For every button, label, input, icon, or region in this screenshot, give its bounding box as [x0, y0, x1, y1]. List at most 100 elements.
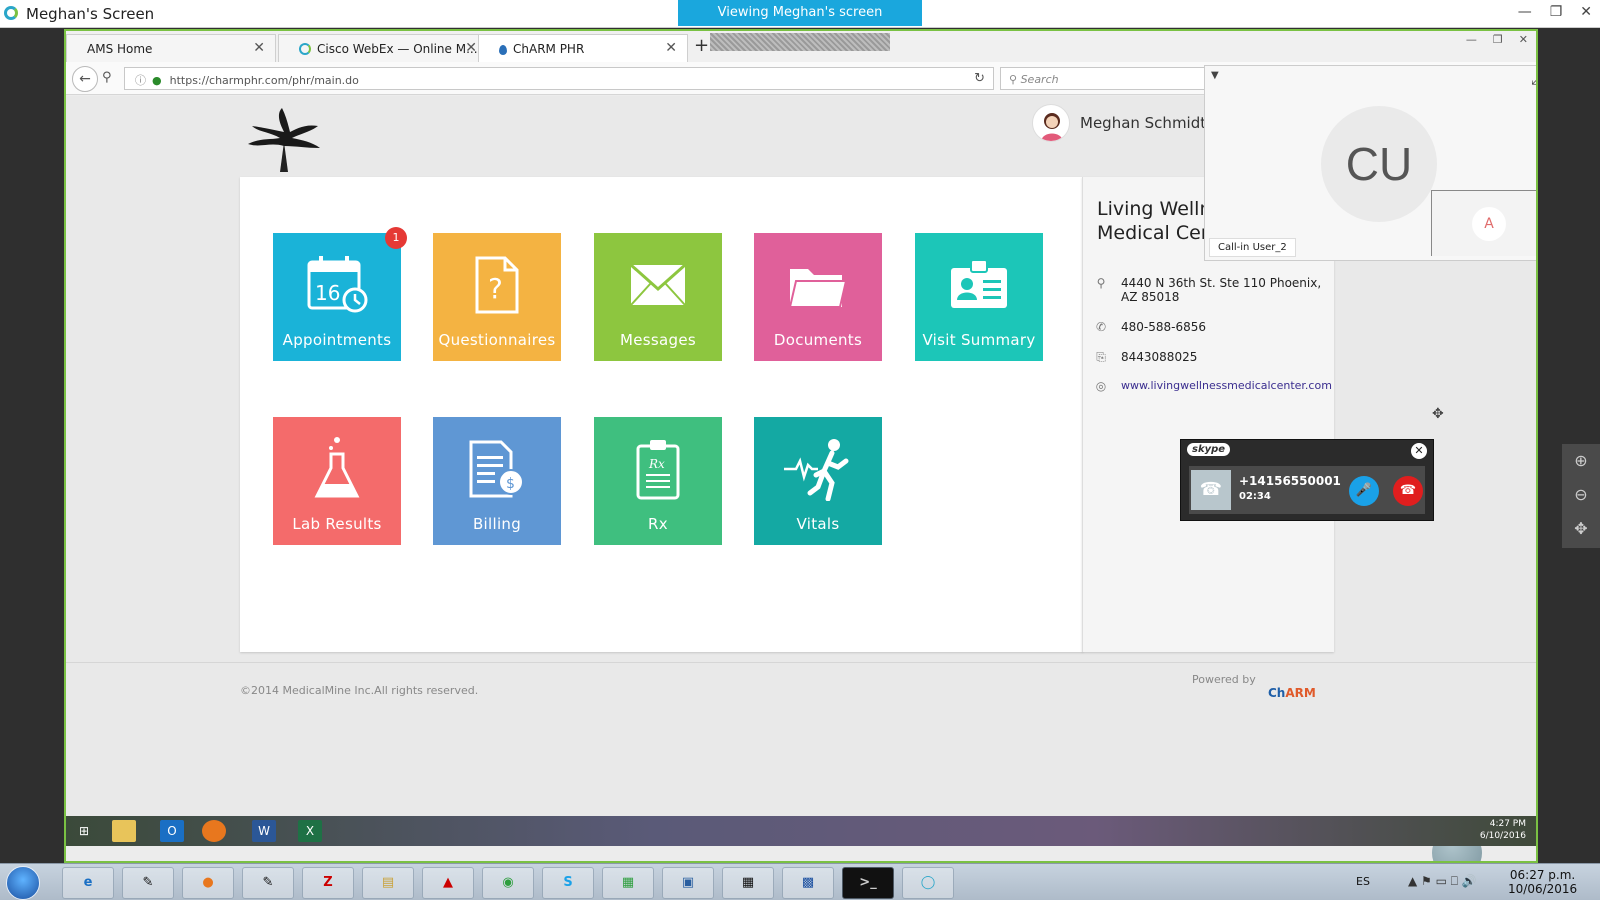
prescription-icon: Rx: [594, 433, 722, 505]
spreadsheet-icon[interactable]: ▦: [602, 867, 654, 899]
tile-documents[interactable]: Documents: [754, 233, 882, 361]
zoom-out-icon[interactable]: ⊖: [1562, 478, 1600, 512]
self-view-pip[interactable]: A: [1431, 190, 1536, 256]
system-clock[interactable]: 06:27 p.m. 10/06/2016: [1508, 868, 1577, 896]
tile-label: Visit Summary: [922, 331, 1036, 349]
tile-messages[interactable]: Messages: [594, 233, 722, 361]
dropdown-caret-icon[interactable]: ▼: [1211, 70, 1219, 81]
virtualbox-icon[interactable]: ▣: [662, 867, 714, 899]
close-icon[interactable]: ✕: [253, 40, 265, 56]
search-input[interactable]: ⚲ Search: [1000, 67, 1230, 90]
zoom-panel: ⊕ ⊖ ✥: [1562, 444, 1600, 548]
notification-badge: 1: [385, 227, 407, 249]
minimize-icon[interactable]: —: [1518, 4, 1532, 20]
url-bar[interactable]: ⓘ ● https://charmphr.com/phr/main.do ↻: [124, 67, 994, 90]
new-tab-button[interactable]: +: [694, 35, 709, 56]
powered-by-text: Powered by: [1192, 673, 1256, 686]
firefox-icon[interactable]: [202, 820, 226, 842]
skype-icon[interactable]: S: [542, 867, 594, 899]
tile-label: Appointments: [282, 331, 392, 349]
excel-icon[interactable]: X: [298, 820, 322, 842]
back-button[interactable]: ←: [72, 66, 98, 92]
tile-billing[interactable]: $ Billing: [433, 417, 561, 545]
notepad-icon[interactable]: ✎: [242, 867, 294, 899]
restore-icon[interactable]: ❐: [1493, 33, 1503, 46]
file-explorer-icon[interactable]: [112, 820, 136, 842]
running-heartbeat-icon: [754, 433, 882, 505]
footer-divider: [66, 662, 1536, 663]
callin-user-label: Call-in User_2: [1209, 238, 1296, 257]
location-pin-icon: ⚲: [1096, 276, 1106, 290]
clock-time: 06:27 p.m.: [1509, 868, 1576, 882]
copyright-text: ©2014 MedicalMine Inc.All rights reserve…: [240, 684, 479, 697]
tab-charm-phr[interactable]: ChARM PHR ✕: [478, 34, 688, 62]
filezilla-icon[interactable]: Z: [302, 867, 354, 899]
expand-icon[interactable]: ⤢: [1531, 70, 1536, 88]
chrome-icon[interactable]: ◉: [482, 867, 534, 899]
clinic-address: ⚲ 4440 N 36th St. Ste 110 Phoenix, AZ 85…: [1093, 276, 1331, 304]
clinic-website: ◎ www.livingwellnessmedicalcenter.com: [1093, 379, 1332, 393]
calendar-icon: 16: [273, 249, 401, 321]
language-indicator[interactable]: ES: [1356, 875, 1370, 888]
bill-icon: $: [433, 433, 561, 505]
screenshot-tool-icon[interactable]: ✎: [122, 867, 174, 899]
close-icon[interactable]: ✕: [465, 40, 477, 56]
ie-icon[interactable]: e: [62, 867, 114, 899]
question-document-icon: ?: [433, 249, 561, 321]
charm-logo[interactable]: ChARM: [1268, 686, 1316, 700]
file-explorer-icon[interactable]: ▤: [362, 867, 414, 899]
skype-call-window: skype ✕ ☎ +14156550001 02:34 🎤 ☎: [1180, 439, 1434, 521]
tile-rx[interactable]: Rx Rx: [594, 417, 722, 545]
acrobat-icon[interactable]: ▲: [422, 867, 474, 899]
close-icon[interactable]: ✕: [1519, 33, 1528, 46]
system-tray[interactable]: ▲ ⚑ ▭ ⎕ 🔊: [1408, 874, 1477, 889]
word-icon[interactable]: W: [252, 820, 276, 842]
tile-vitals[interactable]: Vitals: [754, 417, 882, 545]
firefox-icon[interactable]: ●: [182, 867, 234, 899]
url-path: /phr/main.do: [288, 74, 359, 87]
hang-up-button[interactable]: ☎: [1393, 476, 1423, 506]
remote-time: 4:27 PM: [1489, 819, 1526, 829]
tile-appointments[interactable]: 16 Appointments 1: [273, 227, 407, 361]
skype-logo: skype: [1187, 443, 1231, 456]
tab-ams-home[interactable]: AMS Home ✕: [66, 34, 276, 62]
info-icon[interactable]: ⓘ: [135, 74, 146, 87]
pan-icon[interactable]: ✥: [1562, 512, 1600, 546]
redacted-area: [710, 33, 890, 51]
address-text: 4440 N 36th St. Ste 110 Phoenix, AZ 8501…: [1121, 276, 1322, 304]
user-profile[interactable]: Meghan Schmidt: [1032, 104, 1206, 142]
question-mark: ?: [488, 272, 503, 305]
zoom-in-icon[interactable]: ⊕: [1562, 444, 1600, 478]
tile-lab-results[interactable]: Lab Results: [273, 417, 401, 545]
tile-questionnaires[interactable]: ? Questionnaires: [433, 233, 561, 361]
cmd-icon[interactable]: >_: [842, 867, 894, 899]
remote-taskbar: ⊞ O W X 4:27 PM 6/10/2016: [66, 816, 1536, 846]
mute-button[interactable]: 🎤: [1349, 476, 1379, 506]
reload-icon[interactable]: ↻: [974, 71, 985, 86]
move-cursor-icon: ✥: [1432, 406, 1444, 422]
close-icon[interactable]: ✕: [665, 40, 677, 56]
webex-icon[interactable]: ◯: [902, 867, 954, 899]
outlook-icon[interactable]: O: [160, 820, 184, 842]
shared-screen: AMS Home ✕ Cisco WebEx — Online M... ✕ C…: [64, 29, 1538, 863]
url-host: https://charmphr.com: [169, 74, 289, 87]
restore-icon[interactable]: ❐: [1550, 4, 1563, 20]
close-icon[interactable]: ✕: [1580, 4, 1592, 20]
tab-webex[interactable]: Cisco WebEx — Online M... ✕: [278, 34, 488, 62]
close-icon[interactable]: ✕: [1411, 443, 1427, 459]
key-icon[interactable]: ⚲: [102, 70, 112, 85]
tile-label: Documents: [773, 331, 863, 349]
tile-label: Rx: [648, 515, 668, 533]
start-button[interactable]: [6, 866, 40, 900]
viewing-banner[interactable]: Viewing Meghan's screen: [678, 0, 922, 26]
website-link[interactable]: www.livingwellnessmedicalcenter.com: [1121, 379, 1332, 393]
windows-start-icon[interactable]: ⊞: [72, 820, 96, 842]
phone-text: 480-588-6856: [1121, 320, 1207, 334]
remote-desktop-icon[interactable]: ▩: [782, 867, 834, 899]
folder-icon: [754, 249, 882, 321]
svg-text:$: $: [506, 476, 515, 492]
calculator-icon[interactable]: ▦: [722, 867, 774, 899]
minimize-icon[interactable]: —: [1466, 33, 1477, 46]
tile-label: Messages: [620, 331, 696, 349]
tile-visit-summary[interactable]: Visit Summary: [915, 233, 1043, 361]
